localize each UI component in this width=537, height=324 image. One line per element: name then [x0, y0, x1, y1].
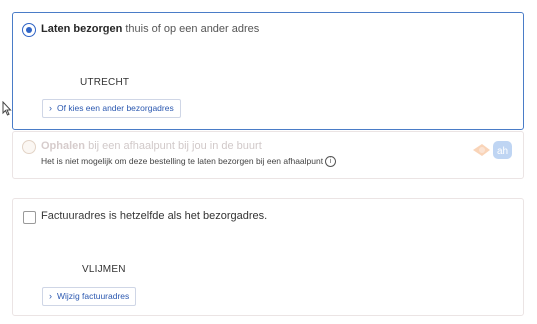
- delivery-radio[interactable]: [22, 23, 36, 37]
- change-invoice-address-label: Wijzig factuuradres: [57, 291, 130, 301]
- info-icon[interactable]: i: [325, 156, 337, 168]
- chevron-right-icon: ›: [49, 291, 52, 301]
- pickup-option-label: Ophalen bij een afhaalpunt bij jou in de…: [41, 140, 262, 152]
- svg-text:ah: ah: [497, 146, 508, 157]
- same-as-delivery-checkbox[interactable]: [23, 211, 36, 224]
- delivery-option-card[interactable]: Laten bezorgen thuis of op een ander adr…: [12, 12, 524, 130]
- pickup-option-title: Ophalen: [41, 140, 86, 152]
- pickup-radio: [22, 140, 36, 154]
- delivery-option-title: Laten bezorgen: [41, 23, 123, 35]
- pickup-partner-logos-icon: ah: [473, 141, 512, 159]
- same-as-delivery-label[interactable]: Factuuradres is hetzelfde als het bezorg…: [41, 210, 267, 222]
- pickup-option-card: Ophalen bij een afhaalpunt bij jou in de…: [12, 131, 524, 179]
- pickup-option-subtitle: bij een afhaalpunt bij jou in de buurt: [85, 140, 262, 152]
- choose-other-delivery-address-button[interactable]: › Of kies een ander bezorgadres: [42, 99, 181, 118]
- change-invoice-address-button[interactable]: › Wijzig factuuradres: [42, 287, 137, 306]
- invoice-city: VLIJMEN: [82, 264, 126, 275]
- pickup-unavailable-note: Het is niet mogelijk om deze bestelling …: [41, 156, 337, 168]
- delivery-option-subtitle: thuis of op een ander adres: [122, 23, 260, 35]
- mouse-cursor-icon: [2, 101, 12, 116]
- pickup-unavailable-text: Het is niet mogelijk om deze bestelling …: [41, 156, 324, 166]
- chevron-right-icon: ›: [49, 103, 52, 113]
- blurred-invoice-address-region: [41, 229, 141, 263]
- choose-other-delivery-address-label: Of kies een ander bezorgadres: [57, 103, 174, 113]
- invoice-address-card: Factuuradres is hetzelfde als het bezorg…: [12, 198, 524, 316]
- delivery-option-label[interactable]: Laten bezorgen thuis of op een ander adr…: [41, 23, 259, 35]
- delivery-city: UTRECHT: [80, 77, 130, 88]
